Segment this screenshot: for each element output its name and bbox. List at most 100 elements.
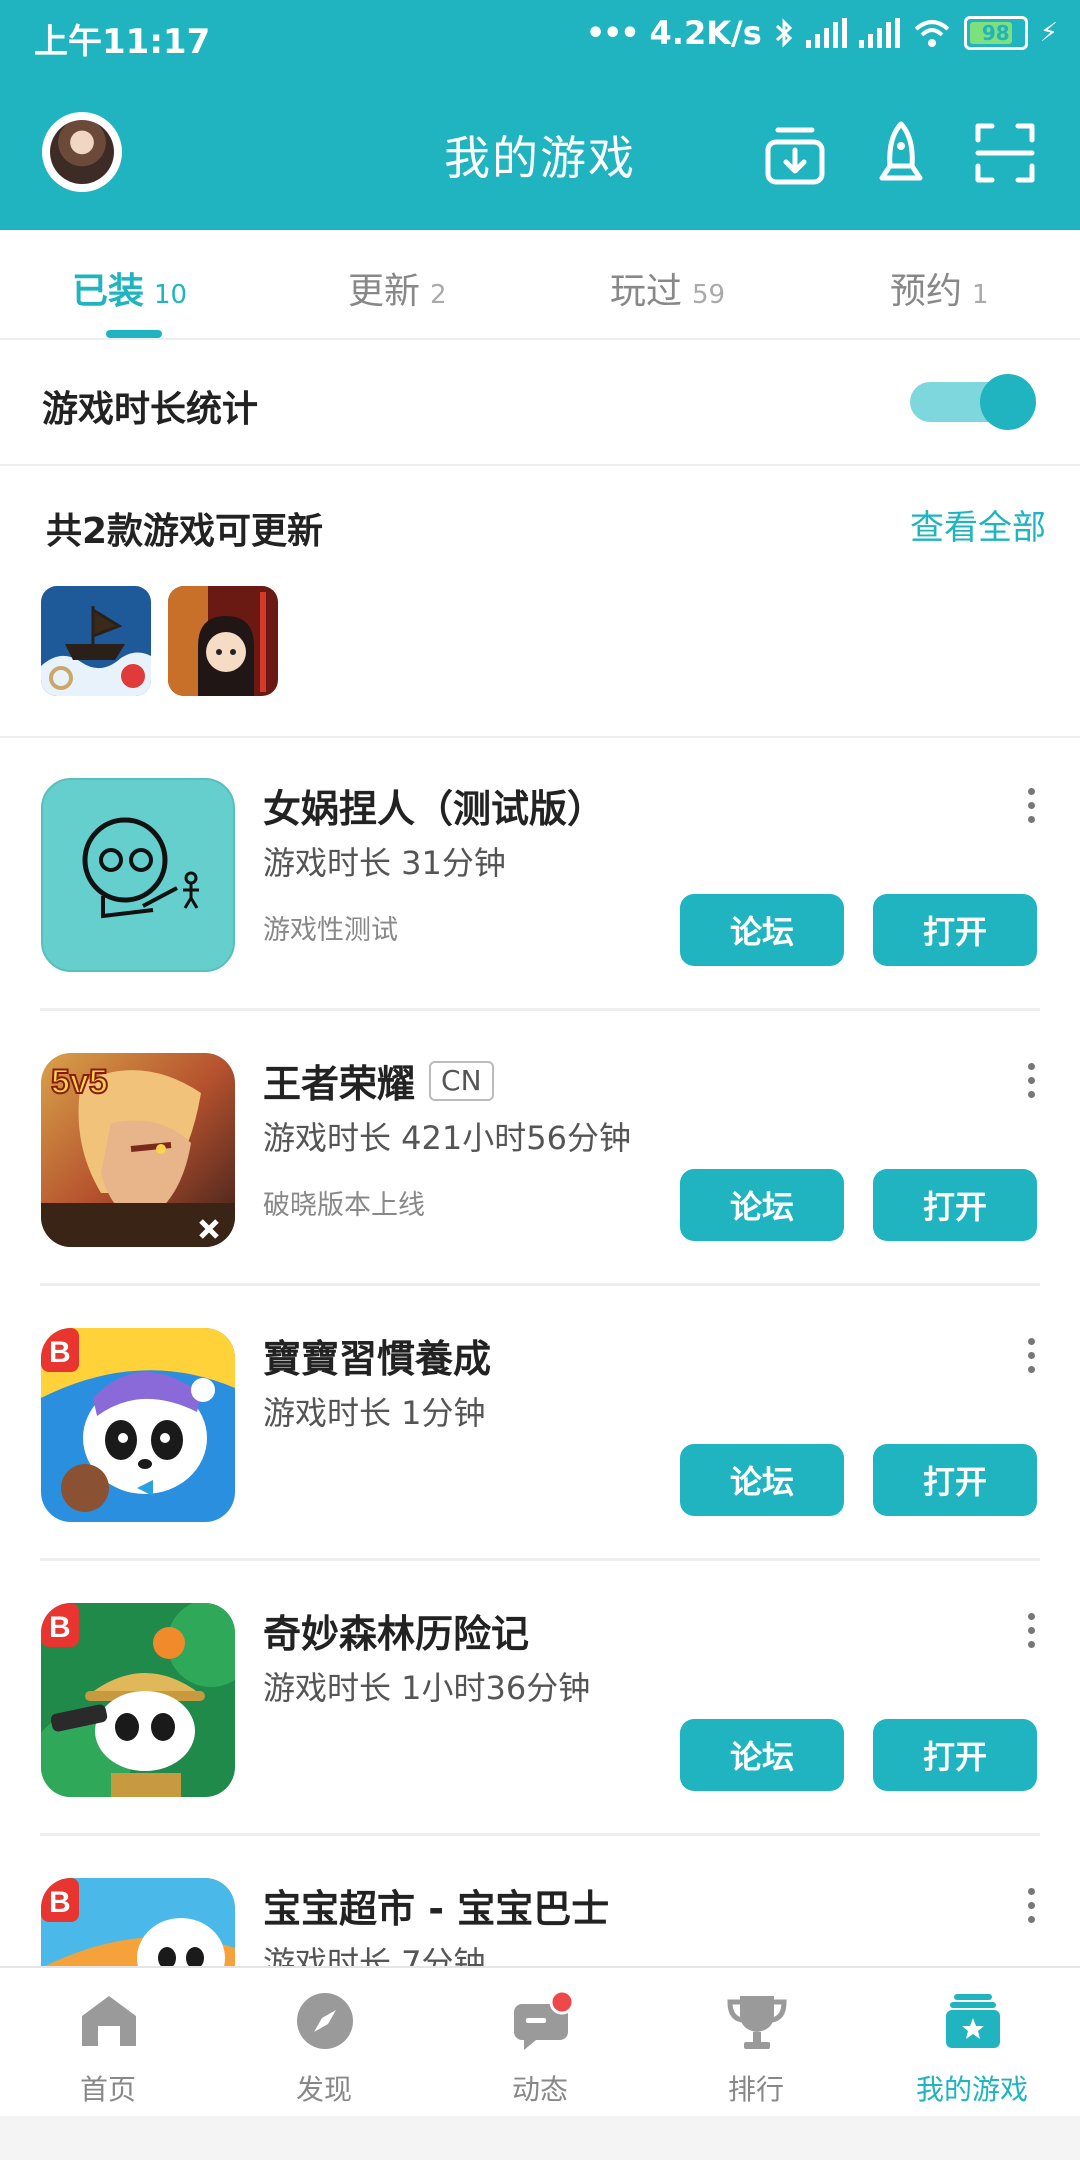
- nav-discover[interactable]: 发现: [216, 1968, 432, 2118]
- battery-icon: 98: [963, 16, 1028, 50]
- tab-updates[interactable]: 更新 2: [348, 262, 447, 314]
- open-button[interactable]: 打开: [873, 1444, 1037, 1516]
- svg-text:B: B: [49, 1611, 71, 1644]
- view-all-link[interactable]: 查看全部: [910, 500, 1046, 549]
- game-title: 寶寶習慣養成: [263, 1337, 492, 1381]
- tab-reserved[interactable]: 预约 1: [890, 262, 989, 314]
- tab-indicator: [106, 330, 162, 338]
- system-gesture-bar: [0, 2116, 1080, 2160]
- forum-button[interactable]: 论坛: [680, 1444, 844, 1516]
- svg-text:B: B: [49, 1886, 71, 1919]
- forum-button[interactable]: 论坛: [680, 894, 844, 966]
- game-icon[interactable]: B: [41, 1328, 235, 1522]
- signal-hd-icon: [858, 18, 900, 48]
- game-name: 女娲捏人（测试版）: [263, 778, 605, 833]
- game-item[interactable]: 5v5 王者荣耀 CN 游戏时长 421小时56分钟 破晓版本上线 论坛 打开: [0, 1011, 1080, 1286]
- battery-level: 98: [981, 21, 1010, 45]
- nav-label: 我的游戏: [915, 2073, 1028, 2106]
- game-item[interactable]: B 寶寶習慣養成 游戏时长 1分钟 论坛 打开: [0, 1286, 1080, 1561]
- open-button[interactable]: 打开: [873, 894, 1037, 966]
- tab-label: 更新: [348, 271, 421, 312]
- game-title: 奇妙森林历险记: [263, 1612, 530, 1656]
- status-icons: ••• 4.2K/s 98 ⚡: [586, 14, 1058, 52]
- nav-ranking[interactable]: 排行: [648, 1968, 864, 2118]
- nav-home[interactable]: 首页: [0, 1968, 216, 2118]
- network-speed: 4.2K/s: [649, 14, 762, 52]
- more-options-icon[interactable]: [1028, 788, 1038, 832]
- game-icon[interactable]: B: [41, 1603, 235, 1797]
- forum-button[interactable]: 论坛: [680, 1169, 844, 1241]
- compass-icon: [297, 1993, 353, 2049]
- more-options-icon[interactable]: [1028, 1613, 1038, 1657]
- tab-count: 59: [692, 280, 726, 310]
- game-item[interactable]: B 奇妙森林历险记 游戏时长 1小时36分钟 论坛 打开: [0, 1561, 1080, 1836]
- game-play-time: 游戏时长 1分钟: [263, 1394, 486, 1432]
- game-item[interactable]: B 宝宝超市 - 宝宝巴士 游戏时长 7分钟: [0, 1836, 1080, 1966]
- nav-label: 动态: [511, 2073, 568, 2106]
- home-icon: [82, 1996, 136, 2046]
- game-icon[interactable]: B: [41, 1878, 235, 1966]
- tab-played[interactable]: 玩过 59: [610, 262, 725, 314]
- open-button[interactable]: 打开: [873, 1169, 1037, 1241]
- status-bar: 上午11:17 ••• 4.2K/s 98 ⚡: [0, 0, 1080, 78]
- game-play-time: 游戏时长 1小时36分钟: [263, 1669, 591, 1707]
- game-play-time: 游戏时长 7分钟: [263, 1944, 486, 1966]
- download-manager-icon[interactable]: [760, 118, 830, 188]
- game-icon[interactable]: [41, 778, 235, 972]
- updates-label: 共2款游戏可更新: [46, 511, 324, 552]
- svg-text:B: B: [49, 1336, 71, 1369]
- update-game-icon[interactable]: [41, 586, 151, 696]
- nav-label: 首页: [79, 2073, 136, 2106]
- play-time-stats-toggle[interactable]: [906, 374, 1036, 430]
- my-games-icon: [946, 1994, 1000, 2048]
- game-note: 破晓版本上线: [263, 1190, 425, 1221]
- game-note: 游戏性测试: [263, 915, 398, 946]
- game-name: 奇妙森林历险记: [263, 1603, 529, 1658]
- tab-count: 2: [430, 280, 447, 310]
- rocket-speedup-icon[interactable]: [866, 118, 936, 188]
- svg-text:5v5: 5v5: [51, 1063, 108, 1101]
- signal-icon: [805, 18, 847, 48]
- wifi-icon: [914, 20, 950, 47]
- game-name: 寶寶習慣養成: [263, 1328, 491, 1383]
- tab-count: 1: [972, 280, 989, 310]
- app-header: 我的游戏: [0, 78, 1080, 230]
- game-title: 女娲捏人（测试版）: [263, 787, 606, 831]
- more-options-icon[interactable]: [1028, 1338, 1038, 1382]
- play-time-stats-label: 游戏时长统计: [42, 389, 259, 430]
- game-title: 宝宝超市 - 宝宝巴士: [263, 1887, 610, 1931]
- tab-installed[interactable]: 已装 10: [72, 262, 187, 314]
- update-game-icon[interactable]: [168, 586, 278, 696]
- tab-label: 已装: [72, 271, 145, 312]
- region-badge: CN: [429, 1060, 494, 1101]
- tab-bar: 已装 10 更新 2 玩过 59 预约 1: [0, 230, 1080, 340]
- updates-section: 共2款游戏可更新 查看全部: [0, 466, 1080, 738]
- status-time: 上午11:17: [34, 22, 211, 62]
- game-item[interactable]: 女娲捏人（测试版） 游戏时长 31分钟 游戏性测试 论坛 打开: [0, 736, 1080, 1011]
- nav-activity[interactable]: 动态: [432, 1968, 648, 2118]
- tab-label: 预约: [890, 271, 963, 312]
- charging-icon: ⚡: [1039, 18, 1058, 48]
- bottom-nav: 首页 发现 动态 排行 我的游戏: [0, 1966, 1080, 2118]
- more-options-icon[interactable]: [1028, 1888, 1038, 1932]
- trophy-icon: [727, 1996, 787, 2049]
- game-name: 王者荣耀 CN: [263, 1053, 494, 1108]
- nav-label: 发现: [295, 2073, 352, 2106]
- more-dots-icon: •••: [585, 15, 640, 51]
- tab-count: 10: [154, 280, 188, 310]
- open-button[interactable]: 打开: [873, 1719, 1037, 1791]
- game-play-time: 游戏时长 421小时56分钟: [263, 1119, 631, 1157]
- game-name: 宝宝超市 - 宝宝巴士: [263, 1878, 609, 1933]
- bluetooth-icon: [775, 18, 792, 48]
- forum-button[interactable]: 论坛: [680, 1719, 844, 1791]
- play-time-stats-row: 游戏时长统计: [0, 338, 1080, 466]
- nav-my-games[interactable]: 我的游戏: [864, 1968, 1080, 2118]
- game-icon[interactable]: 5v5: [41, 1053, 235, 1247]
- game-title: 王者荣耀: [263, 1062, 416, 1106]
- tab-label: 玩过: [610, 271, 683, 312]
- scan-icon[interactable]: [970, 118, 1040, 188]
- chat-icon: [514, 1990, 572, 2050]
- nav-label: 排行: [727, 2073, 784, 2106]
- more-options-icon[interactable]: [1028, 1063, 1038, 1107]
- game-play-time: 游戏时长 31分钟: [263, 844, 506, 882]
